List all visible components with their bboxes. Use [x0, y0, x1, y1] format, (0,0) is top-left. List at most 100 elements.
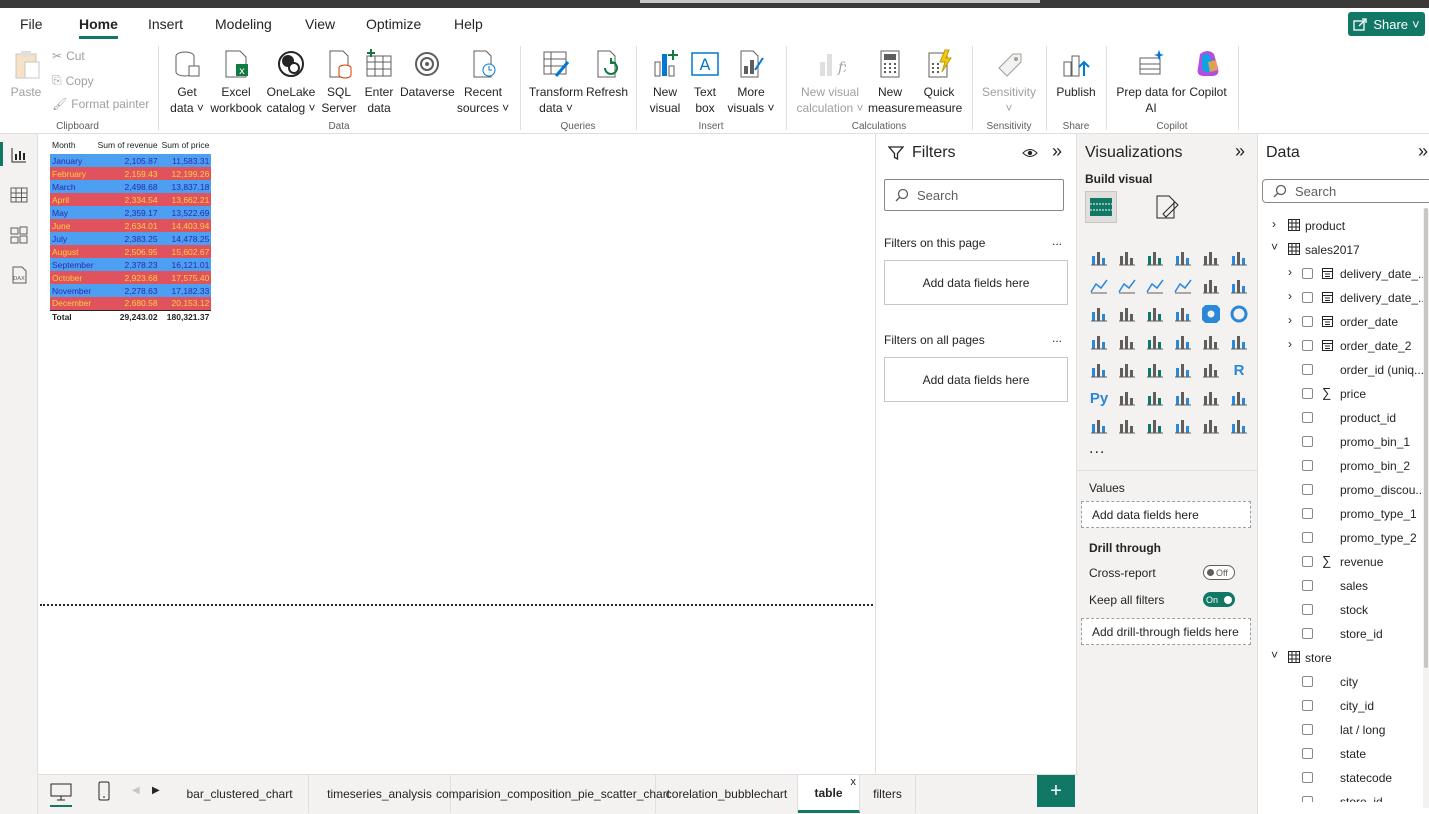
tree-field[interactable]: promo_bin_2 — [1258, 456, 1423, 476]
page-tab-table[interactable]: table x — [798, 775, 860, 813]
build-visual-tab[interactable] — [1085, 191, 1117, 223]
tree-field[interactable]: ∑ revenue — [1258, 552, 1423, 572]
data-search-input[interactable]: Search — [1262, 179, 1429, 203]
field-checkbox[interactable] — [1302, 628, 1313, 639]
line-stacked-column-visual-icon[interactable] — [1197, 272, 1225, 300]
scatter-visual-icon[interactable] — [1169, 300, 1197, 328]
new-visual-button[interactable]: New visual — [644, 48, 686, 116]
desktop-layout-icon[interactable] — [50, 782, 72, 802]
scrollbar-thumb[interactable] — [1424, 208, 1428, 668]
page-tab-timeseries-analysis[interactable]: timeseries_analysis — [309, 775, 451, 813]
table-row[interactable]: July 2,383.25 14,478.25 — [50, 232, 212, 245]
field-checkbox[interactable] — [1302, 676, 1313, 687]
metrics-visual-icon[interactable] — [1225, 384, 1253, 412]
stacked-area-visual-icon[interactable] — [1141, 272, 1169, 300]
quick-measure-button[interactable]: Quick measure — [914, 48, 964, 116]
menu-file[interactable]: File — [20, 16, 43, 32]
tree-field[interactable]: promo_bin_1 — [1258, 432, 1423, 452]
azure-map-visual-icon[interactable] — [1169, 328, 1197, 356]
table-row[interactable]: January 2,105.87 11,583.31 — [50, 154, 212, 167]
tree-table-sales2017[interactable]: ˅ sales2017 — [1258, 240, 1423, 260]
collapse-filters-icon[interactable]: » — [1052, 141, 1062, 162]
donut-visual-icon[interactable] — [1225, 300, 1253, 328]
diamond-visual-icon[interactable] — [1197, 412, 1225, 440]
tree-field[interactable]: › order_date_2 — [1258, 336, 1423, 356]
cross-report-toggle[interactable]: Off — [1203, 565, 1235, 580]
more-visuals-button[interactable]: More visuals ˅ — [726, 48, 776, 116]
field-checkbox[interactable] — [1302, 700, 1313, 711]
ribbon-visual-icon[interactable] — [1085, 300, 1113, 328]
tree-field[interactable]: ∑ price — [1258, 384, 1423, 404]
field-checkbox[interactable] — [1302, 364, 1313, 375]
power-automate-visual-icon[interactable] — [1141, 412, 1169, 440]
tree-field[interactable]: store_id — [1258, 792, 1423, 802]
format-painter-button[interactable]: 🖌 Format painter — [52, 97, 149, 111]
close-tab-icon[interactable]: x — [851, 776, 857, 788]
filled-map-visual-icon[interactable] — [1141, 328, 1169, 356]
table-row[interactable]: February 2,159.43 12,199.26 — [50, 167, 212, 180]
column-header-revenue[interactable]: Sum of revenue — [96, 139, 160, 154]
field-checkbox[interactable] — [1302, 508, 1313, 519]
azure-service-visual-icon[interactable] — [1169, 412, 1197, 440]
100-stacked-area-visual-icon[interactable] — [1169, 272, 1197, 300]
tree-field[interactable]: state — [1258, 744, 1423, 764]
prep-data-for-ai-button[interactable]: Prep data for AI — [1114, 48, 1188, 116]
menu-insert[interactable]: Insert — [148, 16, 183, 32]
tree-field[interactable]: product_id — [1258, 408, 1423, 428]
collapse-data-icon[interactable]: » — [1418, 141, 1428, 162]
page-tab-comparision-composition-pie-scatter-chart[interactable]: comparision_composition_pie_scatter_char… — [436, 775, 670, 813]
tree-field[interactable]: order_id (uniq... — [1258, 360, 1423, 380]
field-checkbox[interactable] — [1302, 292, 1313, 303]
new-visual-calculation-button[interactable]: fx New visual calculation ˅ — [794, 48, 866, 116]
collapse-visualizations-icon[interactable]: » — [1235, 141, 1245, 162]
table-visual[interactable]: Month Sum of revenue Sum of price Januar… — [50, 139, 212, 323]
multi-row-card-visual-icon[interactable] — [1085, 356, 1113, 384]
stacked-bar-visual-icon[interactable] — [1085, 244, 1113, 272]
tree-field[interactable]: › delivery_date_... — [1258, 264, 1423, 284]
share-button[interactable]: Share ˅ — [1348, 12, 1425, 36]
menu-home[interactable]: Home — [79, 16, 118, 39]
tree-field[interactable]: store_id — [1258, 624, 1423, 644]
tree-field[interactable]: sales — [1258, 576, 1423, 596]
column-header-price[interactable]: Sum of price — [160, 139, 212, 154]
power-apps-visual-icon[interactable] — [1113, 412, 1141, 440]
slicer-visual-icon[interactable] — [1141, 356, 1169, 384]
tree-field[interactable]: statecode — [1258, 768, 1423, 788]
field-checkbox[interactable] — [1302, 724, 1313, 735]
smart-narrative-visual-icon[interactable] — [1197, 384, 1225, 412]
map-visual-icon[interactable] — [1113, 328, 1141, 356]
table-row[interactable]: August 2,506.95 15,602.67 — [50, 245, 212, 258]
funnel-visual-icon[interactable] — [1141, 300, 1169, 328]
field-checkbox[interactable] — [1302, 388, 1313, 399]
qa-visual-icon[interactable] — [1169, 384, 1197, 412]
field-checkbox[interactable] — [1302, 484, 1313, 495]
tree-table-store[interactable]: ˅ store — [1258, 648, 1423, 668]
menu-optimize[interactable]: Optimize — [366, 16, 421, 32]
table-row[interactable]: October 2,923.68 17,575.40 — [50, 271, 212, 284]
drill-through-drop-zone[interactable]: Add drill-through fields here — [1081, 618, 1251, 645]
100-stacked-bar-visual-icon[interactable] — [1197, 244, 1225, 272]
filters-search-input[interactable]: Search — [884, 179, 1064, 211]
get-data-button[interactable]: Get data ˅ — [166, 48, 208, 116]
field-checkbox[interactable] — [1302, 460, 1313, 471]
menu-view[interactable]: View — [305, 16, 335, 32]
kpi-visual-icon[interactable] — [1113, 356, 1141, 384]
menu-modeling[interactable]: Modeling — [215, 16, 272, 32]
card-visual-icon[interactable] — [1225, 328, 1253, 356]
decomposition-tree-visual-icon[interactable] — [1141, 384, 1169, 412]
enter-data-button[interactable]: Enter data — [360, 48, 398, 116]
excel-workbook-button[interactable]: x Excel workbook — [208, 48, 264, 116]
format-visual-icon[interactable] — [1153, 194, 1179, 220]
text-box-button[interactable]: A Text box — [688, 48, 722, 116]
line-clustered-column-visual-icon[interactable] — [1225, 272, 1253, 300]
filters-all-drop-zone[interactable]: Add data fields here — [884, 357, 1068, 402]
refresh-button[interactable]: Refresh — [586, 48, 628, 100]
tree-field[interactable]: city — [1258, 672, 1423, 692]
more-visual-types-icon[interactable]: ... — [1089, 440, 1105, 458]
dax-query-view-icon[interactable]: DAX — [9, 265, 29, 285]
field-checkbox[interactable] — [1302, 772, 1313, 783]
filters-page-drop-zone[interactable]: Add data fields here — [884, 260, 1068, 305]
clustered-bar-visual-icon[interactable] — [1141, 244, 1169, 272]
copy-button[interactable]: ⎘ Copy — [52, 73, 94, 88]
tree-field[interactable]: city_id — [1258, 696, 1423, 716]
